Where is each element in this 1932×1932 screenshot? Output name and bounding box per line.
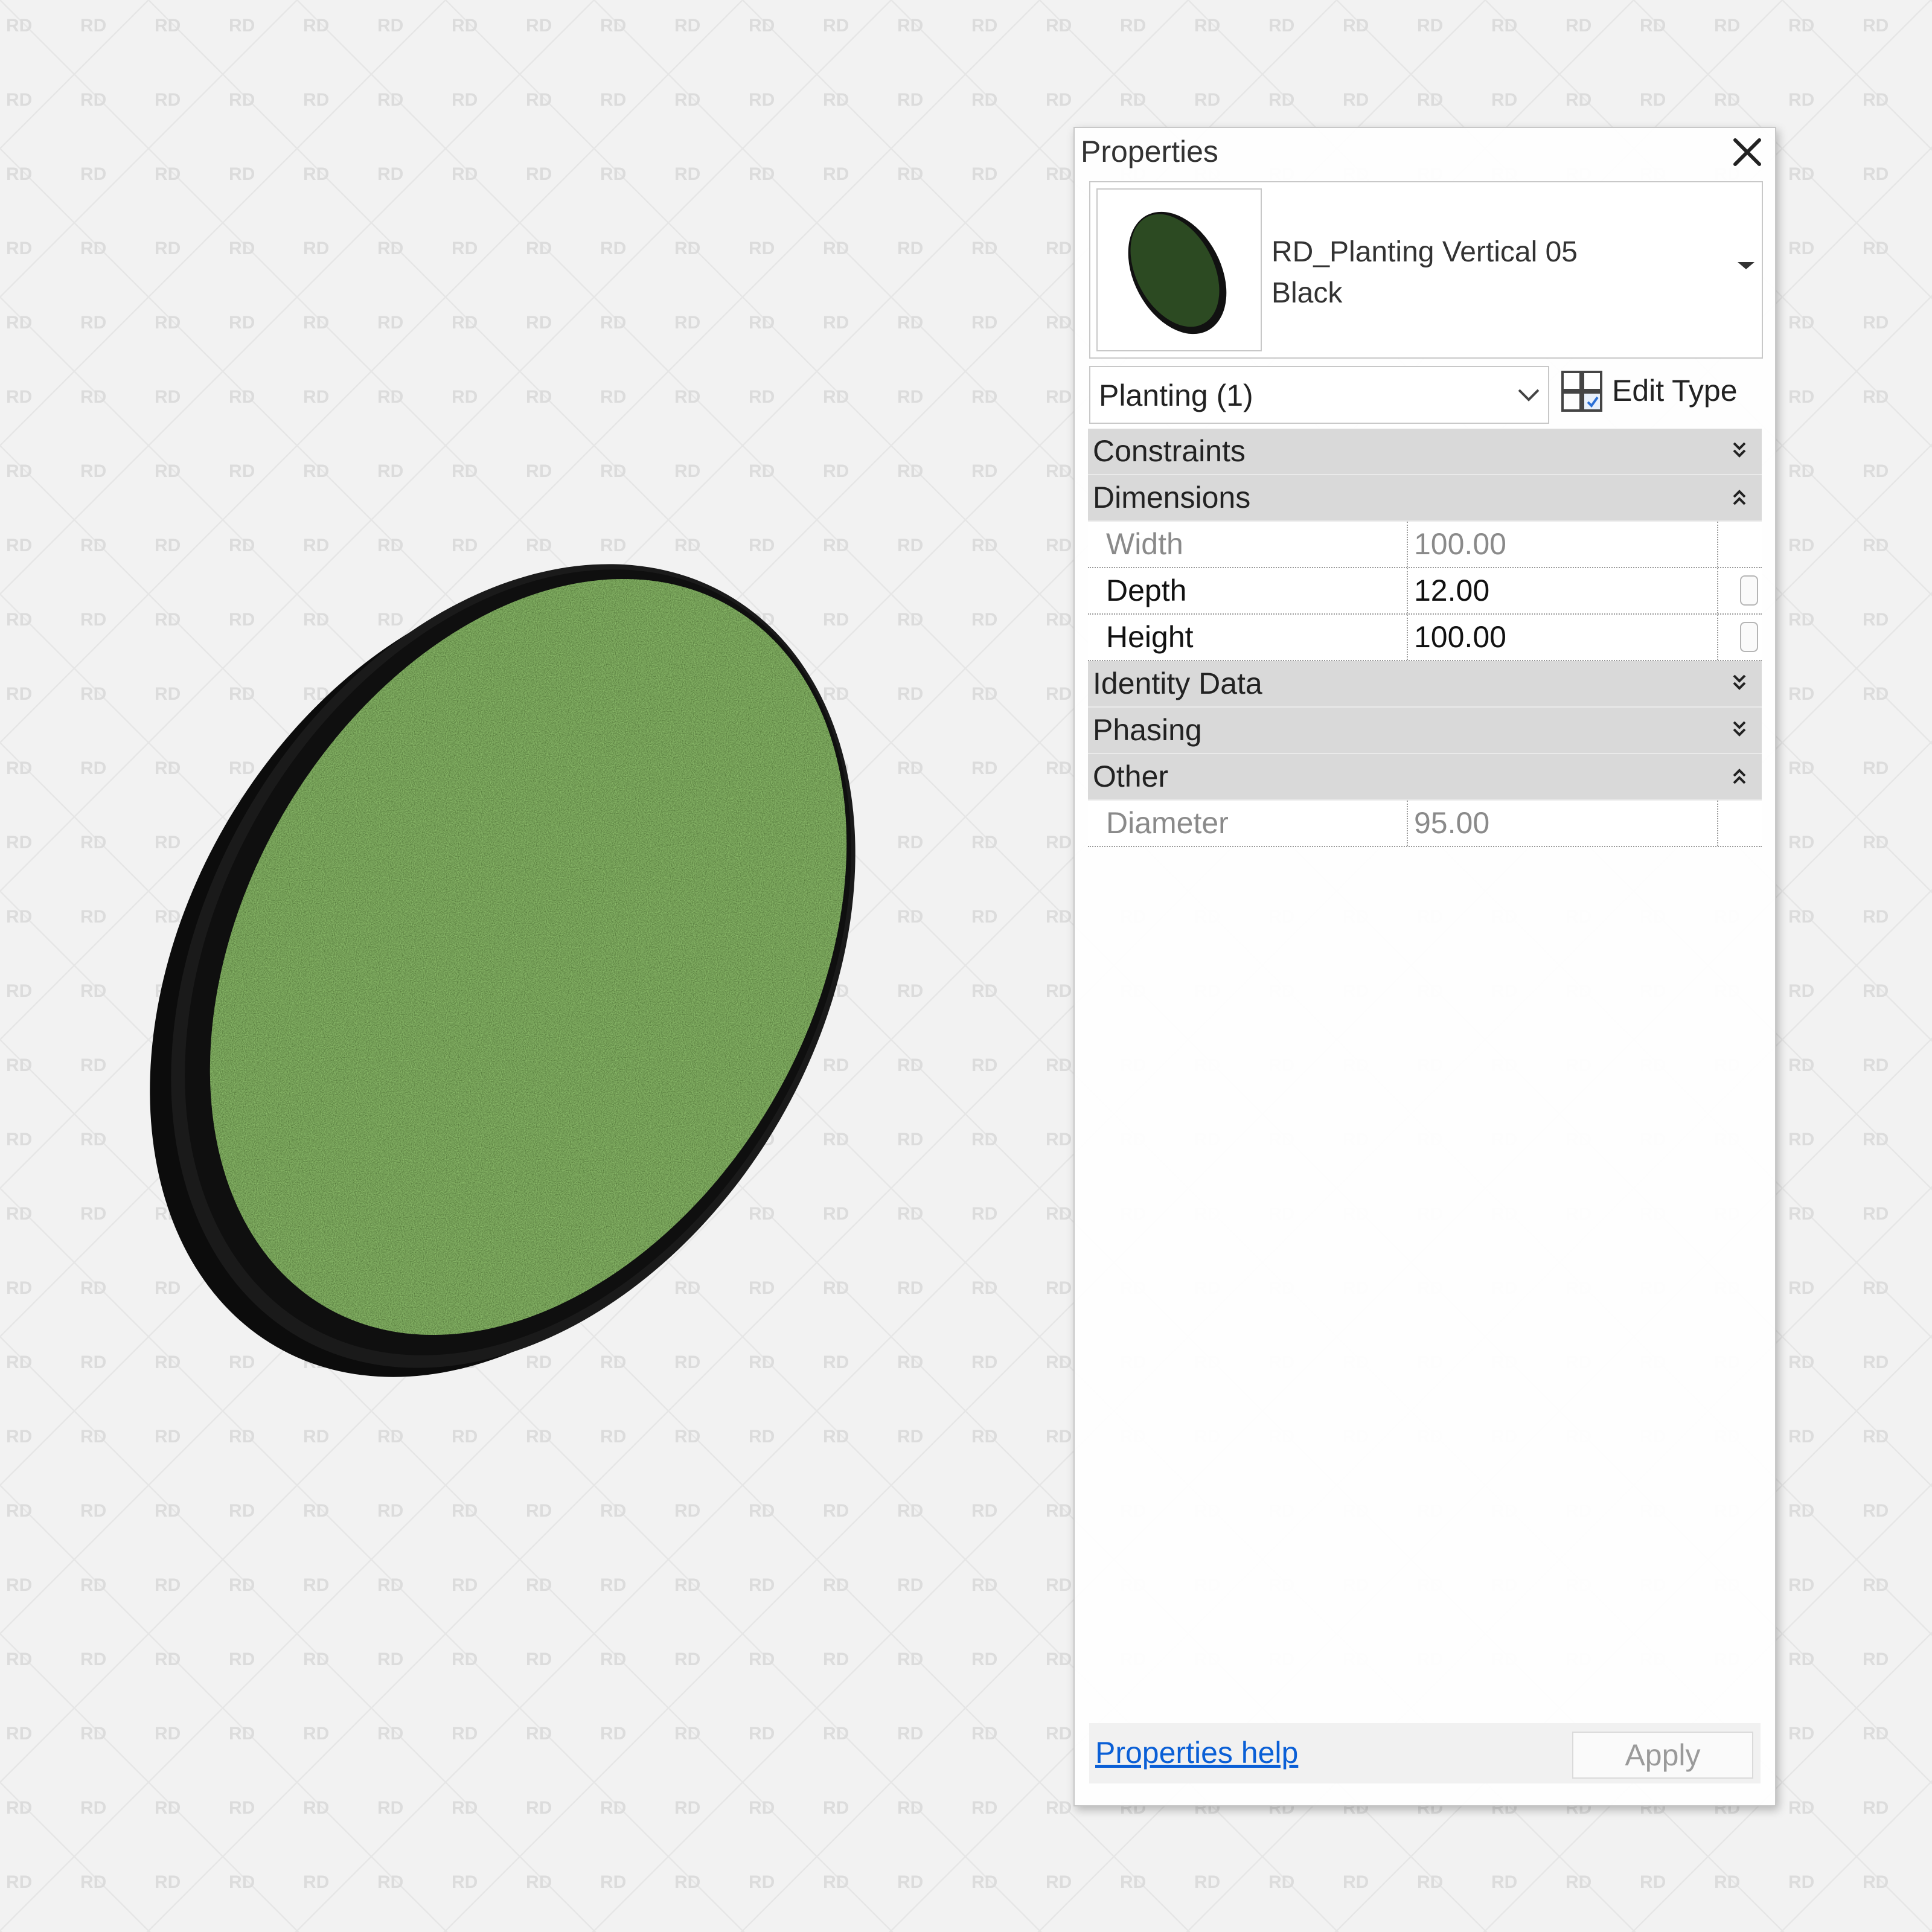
property-row-diameter: Diameter 95.00 (1088, 801, 1762, 847)
planting-model-view[interactable] (139, 519, 875, 1413)
group-label: Identity Data (1093, 667, 1262, 700)
group-header-other[interactable]: Other (1088, 754, 1762, 801)
group-header-identity-data[interactable]: Identity Data (1088, 661, 1762, 708)
properties-palette: Properties RD_Planting Vertical 05 Black… (1073, 127, 1776, 1806)
properties-grid: Constraints Dimensions Width 100.00 Dept… (1088, 429, 1762, 847)
property-value-height[interactable]: 100.00 (1407, 615, 1718, 660)
property-name: Depth (1106, 574, 1187, 607)
property-row-width: Width 100.00 (1088, 522, 1762, 568)
property-row-height: Height 100.00 (1088, 615, 1762, 661)
property-value-diameter: 95.00 (1407, 801, 1718, 846)
group-label: Constraints (1093, 434, 1246, 468)
edit-type-button[interactable]: Edit Type (1560, 366, 1753, 418)
group-label: Dimensions (1093, 481, 1251, 514)
properties-help-link[interactable]: Properties help (1095, 1735, 1298, 1770)
edit-type-icon (1561, 371, 1602, 412)
expand-icon (1733, 674, 1746, 690)
group-label: Phasing (1093, 713, 1202, 747)
property-name: Width (1106, 527, 1183, 561)
edit-type-label: Edit Type (1612, 374, 1738, 408)
property-name: Diameter (1106, 806, 1229, 840)
apply-button[interactable]: Apply (1572, 1732, 1753, 1779)
palette-footer: Properties help Apply (1089, 1723, 1761, 1783)
property-value-depth[interactable]: 12.00 (1407, 568, 1718, 613)
group-header-dimensions[interactable]: Dimensions (1088, 475, 1762, 522)
chevron-down-icon (1518, 389, 1540, 401)
group-label: Other (1093, 760, 1169, 793)
instance-filter-label: Planting (1) (1099, 379, 1253, 412)
type-preview-thumbnail (1096, 188, 1262, 351)
collapse-icon (1733, 769, 1746, 784)
property-value-width: 100.00 (1407, 522, 1718, 567)
type-name-line2: Black (1271, 277, 1343, 309)
expand-icon (1733, 442, 1746, 458)
type-name-line1: RD_Planting Vertical 05 (1271, 236, 1578, 268)
instance-filter-dropdown[interactable]: Planting (1) (1089, 366, 1549, 424)
type-name: RD_Planting Vertical 05 Black (1271, 232, 1578, 314)
associate-parameter-button[interactable] (1740, 575, 1758, 606)
group-header-constraints[interactable]: Constraints (1088, 429, 1762, 475)
property-row-depth: Depth 12.00 (1088, 568, 1762, 615)
type-selector[interactable]: RD_Planting Vertical 05 Black (1089, 181, 1763, 359)
close-icon (1733, 138, 1761, 166)
collapse-icon (1733, 490, 1746, 505)
palette-title: Properties (1081, 135, 1218, 168)
associate-parameter-button[interactable] (1740, 622, 1758, 652)
dropdown-caret-icon (1738, 262, 1754, 269)
group-header-phasing[interactable]: Phasing (1088, 708, 1762, 754)
property-name: Height (1106, 620, 1194, 654)
close-button[interactable] (1729, 134, 1765, 170)
expand-icon (1733, 721, 1746, 737)
